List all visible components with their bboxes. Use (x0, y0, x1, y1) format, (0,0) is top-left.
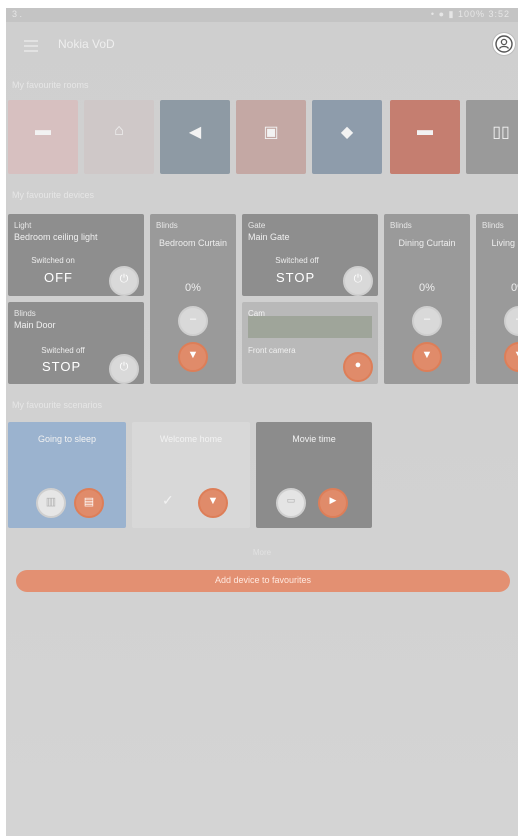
app-title: Nokia VoD (58, 37, 115, 51)
section-rooms: My favourite rooms (12, 80, 89, 90)
user-icon (495, 35, 513, 53)
check-icon: ✓ (162, 492, 174, 508)
record-button[interactable]: ● (343, 352, 373, 382)
scene-card-sleep[interactable]: Going to sleep ▥ ▤ (8, 422, 126, 528)
card-type: Blinds (390, 221, 412, 230)
stop-button[interactable]: – (178, 306, 208, 336)
app-bar: Nokia VoD (6, 22, 518, 66)
room-tile-tv[interactable]: ▣ (236, 100, 306, 174)
status-left: 3 . (12, 9, 23, 19)
power-button[interactable]: ⏻ (109, 354, 139, 384)
stop-button[interactable]: – (412, 306, 442, 336)
scene-run-button[interactable]: ▤ (74, 488, 104, 518)
user-account-button[interactable] (493, 33, 515, 55)
power-button[interactable]: ⏻ (343, 266, 373, 296)
room-tile-diamond[interactable]: ◆ (312, 100, 382, 174)
bin-icon: ⌂ (114, 122, 124, 139)
app-screen: 3 . • ● ▮ 100% 3:52 Nokia VoD My favouri… (6, 8, 518, 836)
arrow-down-icon: ▼ (506, 349, 518, 361)
diamond-icon: ◆ (340, 124, 354, 141)
tv-icon: ▣ (263, 124, 279, 141)
scene-card-movie[interactable]: Movie time ▭ ▶ (256, 422, 372, 528)
play-icon: ▶ (329, 495, 337, 505)
card-title: Living Curtain (491, 238, 518, 248)
card-state: STOP (42, 359, 82, 374)
camera-preview (248, 316, 372, 338)
card-device-name: Main Door (14, 320, 56, 330)
add-favourite-button[interactable]: Add device to favourites (16, 570, 510, 592)
card-value: 0% (511, 282, 518, 294)
room-tile-door[interactable]: ▯▯ (466, 100, 518, 174)
card-type: Light (14, 221, 32, 230)
sofa-icon: ▬ (35, 122, 51, 139)
arrow-down-icon: ▼ (207, 495, 219, 507)
card-mode: Switched on (31, 256, 75, 265)
scene-run-button[interactable]: ▼ (198, 488, 228, 518)
device-card-camera[interactable]: Cam Front camera ● (242, 302, 378, 384)
add-favourite-label: Add device to favourites (214, 575, 312, 585)
card-device-name: Bedroom ceiling light (14, 232, 98, 242)
scene-run-button[interactable]: ▶ (318, 488, 348, 518)
scene-icon-button[interactable]: ▥ (36, 488, 66, 518)
record-icon: ● (354, 359, 362, 371)
section-scenes: My favourite scenarios (12, 400, 103, 410)
card-type: Gate (248, 221, 266, 230)
more-link[interactable]: More (6, 548, 518, 557)
card-type: Blinds (156, 221, 178, 230)
power-button[interactable]: ⏻ (109, 266, 139, 296)
card-type: Blinds (482, 221, 504, 230)
device-card-gate[interactable]: Gate Main Gate Switched off STOP ⏻ (242, 214, 378, 296)
speaker-icon: ◀ (188, 124, 202, 141)
section-devices: My favourite devices (12, 190, 95, 200)
power-icon: ⏻ (119, 273, 129, 285)
car-icon: ▬ (417, 122, 433, 139)
scene-title: Welcome home (159, 434, 223, 444)
room-tile-bin[interactable]: ⌂ (84, 100, 154, 174)
stop-icon: – (506, 313, 518, 325)
stop-icon: – (189, 313, 197, 325)
power-icon: ⏻ (353, 273, 363, 285)
device-card-light[interactable]: Light Bedroom ceiling light Switched on … (8, 214, 144, 296)
category-row: ▬ ⌂ ◀ ▣ ◆ ▬ ▯▯ (6, 100, 518, 174)
scene-toggle-button[interactable]: ▭ (276, 488, 306, 518)
card-title: Bedroom Curtain (158, 238, 228, 248)
status-right: • ● ▮ 100% 3:52 (430, 9, 510, 19)
card-device-name: Front camera (248, 346, 296, 355)
door-icon: ▯▯ (492, 124, 510, 141)
status-bar: 3 . • ● ▮ 100% 3:52 (6, 8, 518, 22)
card-title: Dining Curtain (398, 238, 456, 248)
arrow-down-icon: ▼ (187, 349, 199, 361)
room-tile-car[interactable]: ▬ (390, 100, 460, 174)
stop-button[interactable]: – (504, 306, 518, 336)
card-state: OFF (44, 270, 73, 285)
device-card-blind-dining[interactable]: Blinds Dining Curtain 0% – ▼ (384, 214, 470, 384)
card-type: Blinds (14, 309, 36, 318)
stop-icon: – (423, 313, 431, 325)
room-tile-sofa[interactable]: ▬ (8, 100, 78, 174)
device-card-blind-bedroom[interactable]: Blinds Bedroom Curtain 0% – ▼ (150, 214, 236, 384)
off-icon: ▭ (286, 495, 296, 505)
lower-button[interactable]: ▼ (504, 342, 518, 372)
lower-button[interactable]: ▼ (178, 342, 208, 372)
menu-icon[interactable] (24, 40, 38, 55)
card-device-name: Main Gate (248, 232, 290, 242)
card-value: 0% (185, 282, 201, 294)
scene-title: Movie time (292, 434, 336, 444)
power-icon: ⏻ (119, 361, 129, 373)
scene-title: Going to sleep (37, 434, 97, 444)
card-state: STOP (276, 270, 316, 285)
arrow-down-icon: ▼ (421, 349, 433, 361)
trash-icon: ▤ (83, 496, 95, 508)
card-value: 0% (419, 282, 435, 294)
room-tile-speaker[interactable]: ◀ (160, 100, 230, 174)
scene-card-welcome[interactable]: Welcome home ✓ ▼ (132, 422, 250, 528)
card-mode: Switched off (275, 256, 319, 265)
device-card-door[interactable]: Blinds Main Door Switched off STOP ⏻ (8, 302, 144, 384)
device-card-blind-living[interactable]: Blinds Living Curtain 0% – ▼ (476, 214, 518, 384)
lower-button[interactable]: ▼ (412, 342, 442, 372)
card-mode: Switched off (41, 346, 85, 355)
blinds-icon: ▥ (45, 496, 57, 508)
